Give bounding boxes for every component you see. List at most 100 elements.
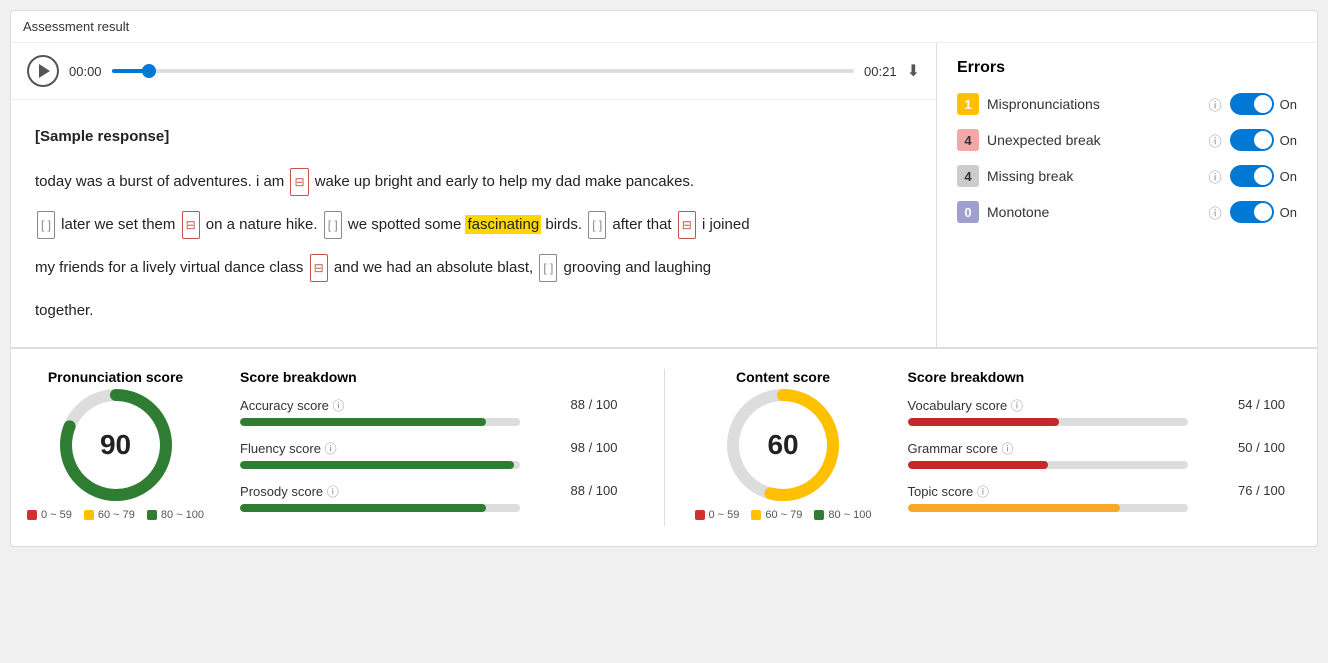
missing-break-toggle[interactable]: On xyxy=(1230,165,1297,187)
errors-panel: Errors 1 Mispronunciations ⓘ On 4 Unexpe… xyxy=(937,43,1317,347)
content-legend-dot-yellow xyxy=(751,510,761,520)
content-legend-label-red: 0 ~ 59 xyxy=(709,509,740,521)
audio-text-panel: 00:00 00:21 ⬇ [Sample response] today wa… xyxy=(11,43,937,347)
grammar-score-bar-track xyxy=(908,461,1188,469)
content-legend: 0 ~ 59 60 ~ 79 80 ~ 100 xyxy=(695,509,872,521)
content-legend-item-red: 0 ~ 59 xyxy=(695,509,740,521)
legend-item-red: 0 ~ 59 xyxy=(27,509,72,521)
mispronunciations-toggle-label: On xyxy=(1280,97,1297,112)
accuracy-score-row: Accuracy score ⓘ 88 / 100 xyxy=(240,397,617,426)
fluency-score-bar-fill xyxy=(240,461,514,469)
legend-dot-yellow xyxy=(84,510,94,520)
audio-player: 00:00 00:21 ⬇ xyxy=(11,43,936,100)
fluency-score-bar-track xyxy=(240,461,520,469)
missing-break-marker-1: [ ] xyxy=(37,211,55,239)
vocabulary-score-value: 54 / 100 xyxy=(1238,397,1285,414)
content-score-title: Content score xyxy=(736,369,830,385)
grammar-score-label: Grammar score ⓘ xyxy=(908,440,1014,457)
text-line-3: my friends for a lively virtual dance cl… xyxy=(35,251,912,284)
unexpected-break-toggle[interactable]: On xyxy=(1230,129,1297,151)
unexpected-break-marker-2: ⊟ xyxy=(182,211,200,239)
unexpected-break-marker-4: ⊟ xyxy=(310,254,328,282)
content-legend-dot-green xyxy=(814,510,824,520)
accuracy-score-bar-fill xyxy=(240,418,486,426)
content-score-number: 60 xyxy=(767,429,798,461)
accuracy-score-value: 88 / 100 xyxy=(571,397,618,414)
download-icon[interactable]: ⬇ xyxy=(907,61,920,81)
unexpected-break-info-icon[interactable]: ⓘ xyxy=(1209,131,1222,150)
monotone-badge: 0 xyxy=(957,201,979,223)
legend-item-green: 80 ~ 100 xyxy=(147,509,204,521)
top-section: 00:00 00:21 ⬇ [Sample response] today wa… xyxy=(11,43,1317,348)
monotone-toggle-label: On xyxy=(1280,205,1297,220)
vocabulary-score-bar-track xyxy=(908,418,1188,426)
unexpected-break-marker-3: ⊟ xyxy=(678,211,696,239)
missing-break-marker-2: [ ] xyxy=(324,211,342,239)
monotone-label: Monotone xyxy=(987,204,1201,220)
sample-label: [Sample response] xyxy=(35,120,912,153)
topic-score-value: 76 / 100 xyxy=(1238,483,1285,500)
missing-break-marker-3: [ ] xyxy=(588,211,606,239)
fluency-score-row: Fluency score ⓘ 98 / 100 xyxy=(240,440,617,469)
accuracy-score-header: Accuracy score ⓘ 88 / 100 xyxy=(240,397,617,414)
mispronunciations-badge: 1 xyxy=(957,93,979,115)
grammar-score-value: 50 / 100 xyxy=(1238,440,1285,457)
missing-break-badge: 4 xyxy=(957,165,979,187)
progress-track[interactable] xyxy=(112,69,855,73)
unexpected-break-badge: 4 xyxy=(957,129,979,151)
accuracy-score-label: Accuracy score ⓘ xyxy=(240,397,345,414)
time-end: 00:21 xyxy=(864,64,897,79)
missing-break-info-icon[interactable]: ⓘ xyxy=(1209,167,1222,186)
play-button[interactable] xyxy=(27,55,59,87)
prosody-score-bar-fill xyxy=(240,504,486,512)
missing-break-toggle-label: On xyxy=(1280,169,1297,184)
progress-thumb xyxy=(142,64,156,78)
mispronunciations-label: Mispronunciations xyxy=(987,96,1201,112)
pronunciation-breakdown-panel: Score breakdown Accuracy score ⓘ 88 / 10… xyxy=(224,369,633,526)
vocabulary-score-label: Vocabulary score ⓘ xyxy=(908,397,1023,414)
topic-score-row: Topic score ⓘ 76 / 100 xyxy=(908,483,1285,512)
mispronunciations-info-icon[interactable]: ⓘ xyxy=(1209,95,1222,114)
error-row-mispronunciations: 1 Mispronunciations ⓘ On xyxy=(957,93,1297,115)
pronunciation-section: Pronunciation score 90 0 ~ 59 60 xyxy=(27,369,634,526)
legend-dot-red xyxy=(27,510,37,520)
monotone-toggle[interactable]: On xyxy=(1230,201,1297,223)
pronunciation-breakdown-title: Score breakdown xyxy=(240,369,617,385)
monotone-info-icon[interactable]: ⓘ xyxy=(1209,203,1222,222)
missing-break-marker-4: [ ] xyxy=(539,254,557,282)
pronunciation-legend: 0 ~ 59 60 ~ 79 80 ~ 100 xyxy=(27,509,204,521)
content-legend-item-yellow: 60 ~ 79 xyxy=(751,509,802,521)
topic-score-header: Topic score ⓘ 76 / 100 xyxy=(908,483,1285,500)
text-line-2: [ ] later we set them ⊟ on a nature hike… xyxy=(35,208,912,241)
page-title: Assessment result xyxy=(11,11,1317,43)
content-legend-label-green: 80 ~ 100 xyxy=(828,509,871,521)
legend-dot-green xyxy=(147,510,157,520)
unexpected-break-toggle-label: On xyxy=(1280,133,1297,148)
topic-score-bar-fill xyxy=(908,504,1121,512)
error-row-missing-break: 4 Missing break ⓘ On xyxy=(957,165,1297,187)
pronunciation-score-number: 90 xyxy=(100,429,131,461)
topic-score-label: Topic score ⓘ xyxy=(908,483,989,500)
errors-title: Errors xyxy=(957,59,1297,77)
prosody-score-header: Prosody score ⓘ 88 / 100 xyxy=(240,483,617,500)
pronunciation-donut: 90 xyxy=(56,385,176,505)
legend-label-red: 0 ~ 59 xyxy=(41,509,72,521)
content-section: Content score 60 0 ~ 59 60 ~ 79 xyxy=(695,369,1302,526)
content-legend-dot-red xyxy=(695,510,705,520)
fluency-score-value: 98 / 100 xyxy=(571,440,618,457)
content-breakdown-panel: Score breakdown Vocabulary score ⓘ 54 / … xyxy=(892,369,1301,526)
mispronunciations-toggle[interactable]: On xyxy=(1230,93,1297,115)
vocabulary-score-header: Vocabulary score ⓘ 54 / 100 xyxy=(908,397,1285,414)
prosody-score-bar-track xyxy=(240,504,520,512)
unexpected-break-label: Unexpected break xyxy=(987,132,1201,148)
content-score-block: Content score 60 0 ~ 59 60 ~ 79 xyxy=(695,369,872,521)
unexpected-break-marker-1: ⊟ xyxy=(290,168,308,196)
play-icon xyxy=(39,64,50,78)
grammar-score-row: Grammar score ⓘ 50 / 100 xyxy=(908,440,1285,469)
legend-label-green: 80 ~ 100 xyxy=(161,509,204,521)
fluency-score-label: Fluency score ⓘ xyxy=(240,440,337,457)
text-line-4: together. xyxy=(35,294,912,327)
text-line-1: today was a burst of adventures. i am ⊟ … xyxy=(35,165,912,198)
prosody-score-value: 88 / 100 xyxy=(571,483,618,500)
prosody-score-label: Prosody score ⓘ xyxy=(240,483,339,500)
